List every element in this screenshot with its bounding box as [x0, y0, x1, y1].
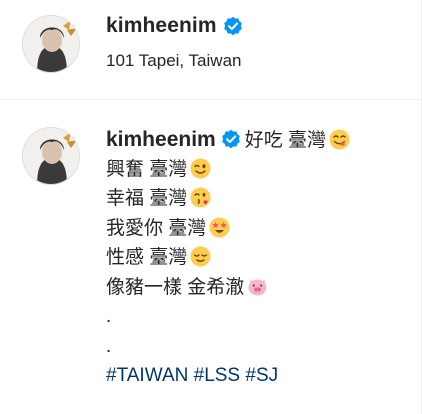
caption-line: kimheenim 好吃 臺灣 [106, 125, 406, 155]
caption-line: 像豬一樣 金希澈 [106, 273, 406, 303]
location-link[interactable]: 101 Tapei, Taiwan [106, 51, 241, 71]
caption-dot: . [106, 306, 112, 327]
hashtag-link[interactable]: #LSS [194, 365, 240, 386]
caption-username[interactable]: kimheenim [106, 128, 216, 151]
caption: kimheenim 好吃 臺灣 興奮 臺灣 幸福 臺灣 我愛你 臺灣 性感 臺灣… [106, 125, 406, 391]
hashtag-link[interactable]: #SJ [245, 365, 278, 386]
caption-text: 好吃 臺灣 [244, 130, 326, 151]
face-blowing-kiss-icon [190, 187, 211, 208]
header-username-row: kimheenim [106, 14, 243, 38]
face-savoring-food-icon [329, 129, 350, 150]
caption-text: 興奮 臺灣 [106, 158, 188, 180]
caption-line: . [106, 302, 406, 332]
caption-text: 幸福 臺灣 [106, 188, 188, 209]
avatar[interactable] [22, 15, 80, 73]
star-struck-icon [209, 217, 230, 238]
caption-line: 性感 臺灣 [106, 243, 406, 273]
caption-text: 像豬一樣 金希澈 [106, 276, 245, 298]
winking-face-icon [190, 158, 211, 179]
caption-line: 興奮 臺灣 [106, 155, 406, 185]
verified-badge-icon [221, 129, 241, 149]
caption-dot: . [106, 335, 112, 357]
caption-text: 性感 臺灣 [106, 247, 188, 268]
caption-line: . [106, 332, 406, 362]
hashtag-link[interactable]: #TAIWAN [106, 365, 188, 386]
caption-line: 幸福 臺灣 [106, 184, 406, 214]
caption-text: 我愛你 臺灣 [106, 217, 207, 239]
relieved-face-icon [190, 246, 211, 267]
header-username[interactable]: kimheenim [106, 14, 217, 38]
pig-face-icon [247, 276, 268, 297]
verified-badge-icon [223, 16, 243, 36]
avatar[interactable] [22, 127, 80, 185]
hashtag-line: #TAIWAN #LSS #SJ [106, 361, 406, 391]
post-header: kimheenim 101 Tapei, Taiwan [0, 0, 422, 100]
caption-line: 我愛你 臺灣 [106, 214, 406, 244]
